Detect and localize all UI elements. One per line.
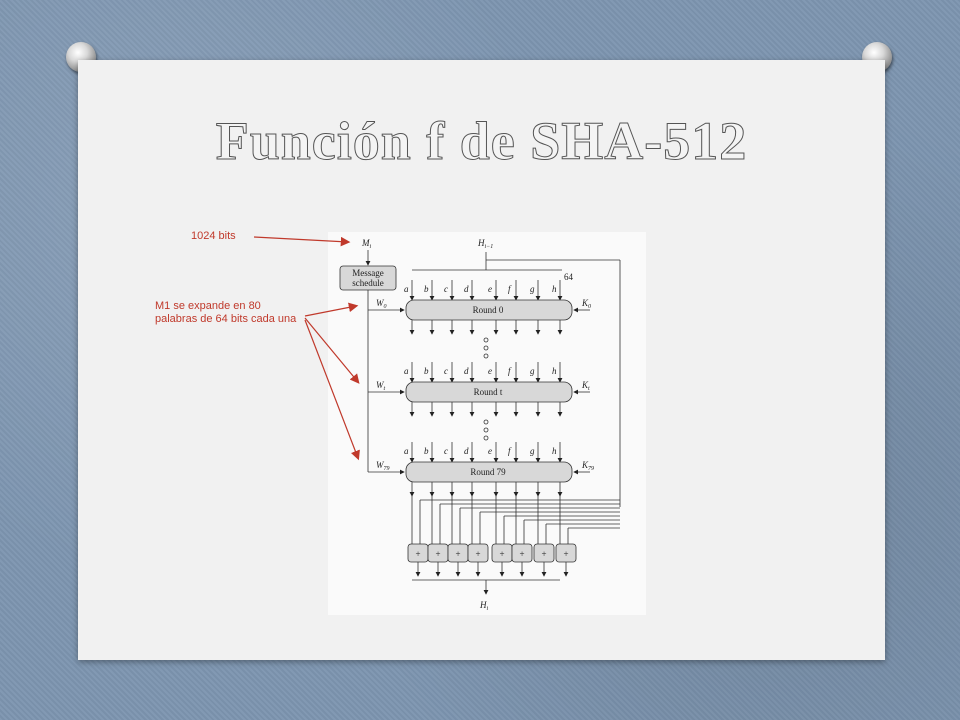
ellipsis-dot	[483, 345, 489, 351]
ellipsis-dot	[483, 435, 489, 441]
register-label: d	[464, 446, 469, 456]
register-label: f	[508, 366, 512, 376]
register-label: g	[530, 446, 535, 456]
ellipsis-dot	[483, 419, 489, 425]
adder-symbol: +	[455, 549, 460, 559]
input-message-label: Mi	[361, 238, 372, 250]
adder-symbol: +	[475, 549, 480, 559]
register-label: b	[424, 366, 429, 376]
k-label: Kt	[581, 380, 590, 392]
adder-symbol: +	[415, 549, 420, 559]
output-hash-label: Hi	[479, 600, 489, 612]
adder-symbol: +	[541, 549, 546, 559]
register-label: b	[424, 284, 429, 294]
round-label: Round 0	[473, 305, 504, 315]
register-label: b	[424, 446, 429, 456]
adder-symbol: +	[435, 549, 440, 559]
register-label: g	[530, 284, 535, 294]
register-label: a	[404, 446, 409, 456]
input-hash-label: Hi−1	[477, 238, 493, 250]
register-label: c	[444, 284, 448, 294]
register-label: e	[488, 446, 492, 456]
message-schedule-label-2: schedule	[352, 278, 384, 288]
register-label: h	[552, 366, 557, 376]
k-label: K79	[581, 460, 594, 472]
slide-title: Función f de SHA-512	[215, 111, 748, 172]
register-label: f	[508, 446, 512, 456]
k-label: K0	[581, 298, 591, 310]
register-label: e	[488, 366, 492, 376]
round-label: Round t	[474, 387, 503, 397]
ellipsis-dot	[483, 337, 489, 343]
w-label: W79	[376, 460, 390, 472]
annotation-expand: M1 se expande en 80 palabras de 64 bits …	[155, 300, 297, 325]
register-label: a	[404, 284, 409, 294]
register-label: d	[464, 366, 469, 376]
ellipsis-dot	[483, 353, 489, 359]
sha512-diagram-svg: a b c d e f g h Round 0 W0 K0 a b c d e f g h Round t Wt Kt a b…	[339, 238, 621, 612]
width-label: 64	[564, 272, 574, 282]
adder-symbol: +	[519, 549, 524, 559]
register-label: h	[552, 284, 557, 294]
adder-symbol: +	[563, 549, 568, 559]
register-label: a	[404, 366, 409, 376]
register-label: f	[508, 284, 512, 294]
register-label: g	[530, 366, 535, 376]
w-label: W0	[376, 298, 387, 310]
register-label: c	[444, 366, 448, 376]
adder-symbol: +	[499, 549, 504, 559]
round-label: Round 79	[470, 467, 506, 477]
w-label: Wt	[376, 380, 386, 392]
annotation-bits: 1024 bits	[191, 230, 236, 242]
sha512-diagram: a b c d e f g h Round 0 W0 K0 a b c d e f g h Round t Wt Kt a b…	[328, 232, 646, 615]
ellipsis-dot	[483, 427, 489, 433]
message-schedule-label-1: Message	[352, 268, 384, 278]
register-label: d	[464, 284, 469, 294]
register-label: h	[552, 446, 557, 456]
register-label: c	[444, 446, 448, 456]
register-label: e	[488, 284, 492, 294]
